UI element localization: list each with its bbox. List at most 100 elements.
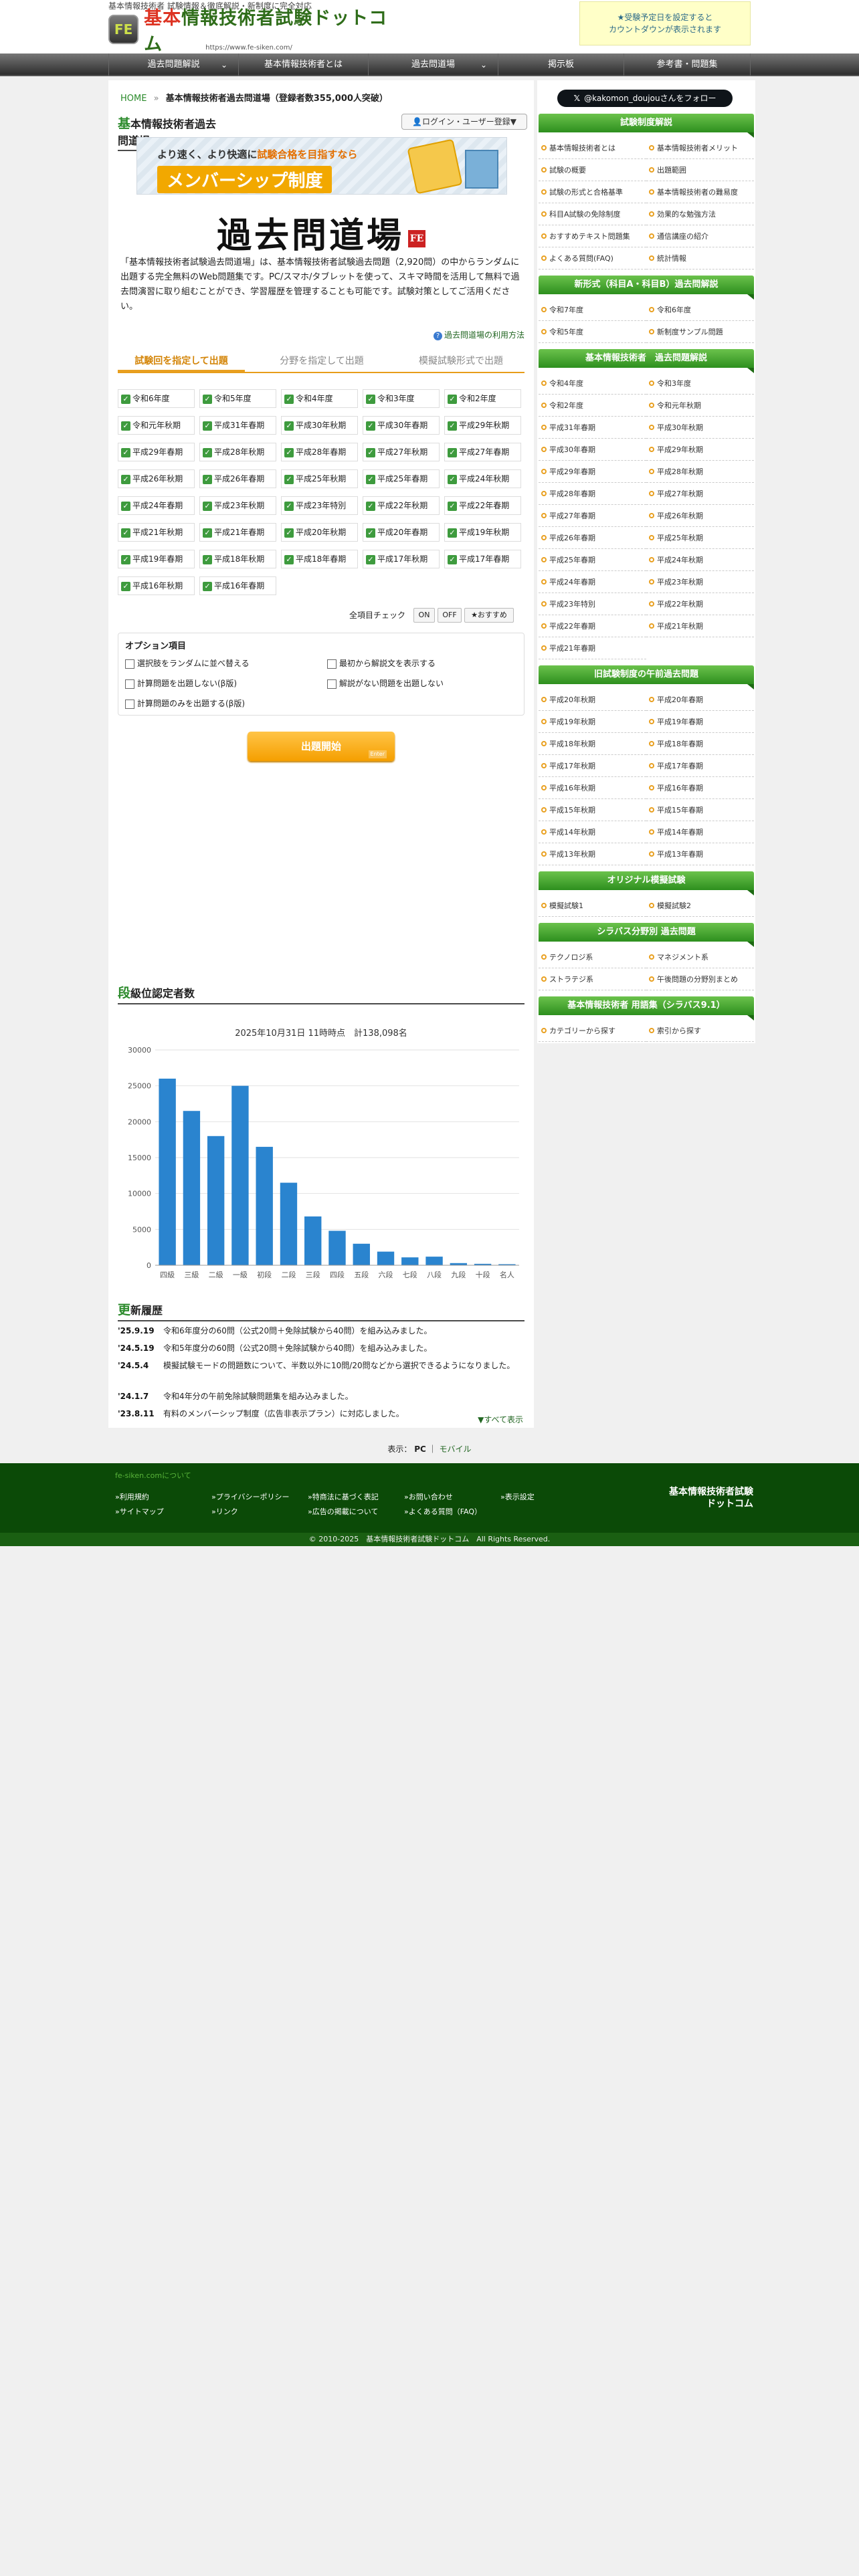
sidebar-item[interactable]: 模擬試験2 <box>646 895 754 917</box>
option-show-explanation[interactable]: 最初から解説文を表示する <box>327 657 436 669</box>
sidebar-item[interactable]: 出題範囲 <box>646 160 754 181</box>
sidebar-item[interactable]: 平成13年秋期 <box>539 844 646 865</box>
footer-link-ads[interactable]: »広告の掲載について <box>308 1506 378 1517</box>
sidebar-item[interactable]: 平成26年春期 <box>539 528 646 549</box>
sidebar-item[interactable]: マネジメント系 <box>646 947 754 968</box>
exam-checkbox[interactable]: ✓ 平成26年春期 <box>199 469 276 488</box>
sidebar-item[interactable]: 平成29年春期 <box>539 461 646 483</box>
exam-checkbox[interactable]: ✓ 令和5年度 <box>199 389 276 408</box>
footer-link-tokushoho[interactable]: »特商法に基づく表記 <box>308 1491 379 1502</box>
sidebar-item[interactable]: 令和5年度 <box>539 322 646 343</box>
sidebar-item[interactable]: 平成16年秋期 <box>539 778 646 799</box>
tab-by-exam[interactable]: 試験回を指定して出題 <box>118 350 245 372</box>
exam-checkbox[interactable]: ✓ 平成31年春期 <box>199 416 276 435</box>
footer-link-sitemap[interactable]: »サイトマップ <box>115 1506 164 1517</box>
sidebar-item[interactable]: 平成20年秋期 <box>539 689 646 711</box>
sidebar-item[interactable]: 平成15年秋期 <box>539 800 646 821</box>
exam-checkbox[interactable]: ✓ 平成18年秋期 <box>199 550 276 568</box>
sidebar-item[interactable]: おすすめテキスト問題集 <box>539 226 646 247</box>
footer-link-terms[interactable]: »利用規約 <box>115 1491 149 1502</box>
exam-checkbox[interactable]: ✓ 平成23年秋期 <box>199 496 276 515</box>
sidebar-item[interactable]: 平成18年秋期 <box>539 734 646 755</box>
sidebar-item[interactable]: 令和7年度 <box>539 300 646 321</box>
sidebar-item[interactable]: 平成17年春期 <box>646 756 754 777</box>
nav-kakomon-dojo[interactable]: 過去問道場 ⌄ <box>368 53 498 76</box>
follow-button[interactable]: 𝕏 @kakomon_doujouさんをフォロー <box>557 90 733 107</box>
exam-checkbox[interactable]: ✓ 平成27年秋期 <box>363 443 440 461</box>
display-pc[interactable]: PC <box>414 1444 426 1454</box>
sidebar-item[interactable]: 平成13年春期 <box>646 844 754 865</box>
sidebar-item[interactable]: 平成22年春期 <box>539 616 646 637</box>
exam-checkbox[interactable]: ✓ 平成21年春期 <box>199 523 276 542</box>
sidebar-item[interactable]: 午後問題の分野別まとめ <box>646 969 754 990</box>
footer-link-privacy[interactable]: »プライバシーポリシー <box>211 1491 290 1502</box>
sidebar-item[interactable]: 平成25年秋期 <box>646 528 754 549</box>
sidebar-item[interactable]: カテゴリーから探す <box>539 1021 646 1042</box>
sidebar-item[interactable]: 平成29年秋期 <box>646 439 754 461</box>
exam-checkbox[interactable]: ✓ 平成30年春期 <box>363 416 440 435</box>
option-shuffle-choices[interactable]: 選択肢をランダムに並べ替える <box>125 657 250 669</box>
sidebar-item[interactable]: よくある質問(FAQ) <box>539 248 646 270</box>
sidebar-item[interactable]: 通信講座の紹介 <box>646 226 754 247</box>
exam-checkbox[interactable]: ✓ 平成16年秋期 <box>118 576 195 595</box>
site-logo[interactable]: FE 基本情報技術者試験ドットコム <box>108 8 389 55</box>
breadcrumb-home[interactable]: HOME <box>120 94 147 104</box>
sidebar-item[interactable]: 平成28年春期 <box>539 484 646 505</box>
exam-checkbox[interactable]: ✓ 平成27年春期 <box>444 443 521 461</box>
sidebar-item[interactable]: 科目A試験の免除制度 <box>539 204 646 225</box>
sidebar-item[interactable]: 新制度サンプル問題 <box>646 322 754 343</box>
sidebar-item[interactable]: 平成21年秋期 <box>646 616 754 637</box>
recommend-button[interactable]: ★おすすめ <box>464 608 514 623</box>
sidebar-item[interactable]: 平成24年春期 <box>539 572 646 593</box>
sidebar-item[interactable]: 平成19年春期 <box>646 712 754 733</box>
sidebar-item[interactable]: 令和元年秋期 <box>646 395 754 417</box>
checkbox[interactable] <box>125 699 134 709</box>
sidebar-item[interactable]: 平成25年春期 <box>539 550 646 571</box>
sidebar-item[interactable]: 平成23年特別 <box>539 594 646 615</box>
sidebar-item[interactable]: 平成15年春期 <box>646 800 754 821</box>
exam-checkbox[interactable]: ✓ 平成28年春期 <box>281 443 358 461</box>
sidebar-item[interactable]: 平成19年秋期 <box>539 712 646 733</box>
show-all-link[interactable]: ▼すべて表示 <box>478 1414 523 1425</box>
sidebar-item[interactable]: 平成22年秋期 <box>646 594 754 615</box>
exam-checkbox[interactable]: ✓ 平成29年春期 <box>118 443 195 461</box>
tab-by-field[interactable]: 分野を指定して出題 <box>258 350 385 372</box>
display-mobile[interactable]: モバイル <box>440 1444 472 1454</box>
footer-logo[interactable]: 基本情報技術者試験 ドットコム <box>646 1486 753 1510</box>
sidebar-item[interactable]: 平成26年秋期 <box>646 506 754 527</box>
sidebar-item[interactable]: 平成27年春期 <box>539 506 646 527</box>
sidebar-item[interactable]: 試験の形式と合格基準 <box>539 182 646 203</box>
sidebar-item[interactable]: 平成24年秋期 <box>646 550 754 571</box>
sidebar-item[interactable]: 令和3年度 <box>646 373 754 395</box>
sidebar-item[interactable]: 平成17年秋期 <box>539 756 646 777</box>
nav-bbs[interactable]: 掲示板 <box>498 53 624 76</box>
exam-checkbox[interactable]: ✓ 平成25年春期 <box>363 469 440 488</box>
exam-checkbox[interactable]: ✓ 平成18年春期 <box>281 550 358 568</box>
sidebar-item[interactable]: 平成14年春期 <box>646 822 754 843</box>
exam-checkbox[interactable]: ✓ 平成23年特別 <box>281 496 358 515</box>
exam-checkbox[interactable]: ✓ 平成20年秋期 <box>281 523 358 542</box>
option-no-calculation[interactable]: 計算問題を出題しない(β版) <box>125 677 237 689</box>
exam-checkbox[interactable]: ✓ 令和3年度 <box>363 389 440 408</box>
exam-checkbox[interactable]: ✓ 平成21年秋期 <box>118 523 195 542</box>
exam-checkbox[interactable]: ✓ 令和2年度 <box>444 389 521 408</box>
footer-link-contact[interactable]: »お問い合わせ <box>404 1491 453 1502</box>
exam-checkbox[interactable]: ✓ 平成24年秋期 <box>444 469 521 488</box>
exam-checkbox[interactable]: ✓ 平成26年秋期 <box>118 469 195 488</box>
footer-link-display[interactable]: »表示設定 <box>500 1491 535 1502</box>
all-check-off-button[interactable]: OFF <box>438 608 462 623</box>
sidebar-item[interactable]: 令和6年度 <box>646 300 754 321</box>
sidebar-item[interactable]: 平成14年秋期 <box>539 822 646 843</box>
exam-checkbox[interactable]: ✓ 平成20年春期 <box>363 523 440 542</box>
tab-mock-exam[interactable]: 模擬試験形式で出題 <box>397 350 524 372</box>
checkbox[interactable] <box>327 659 337 669</box>
exam-checkbox[interactable]: ✓ 平成24年春期 <box>118 496 195 515</box>
exam-checkbox[interactable]: ✓ 平成19年春期 <box>118 550 195 568</box>
exam-checkbox[interactable]: ✓ 令和4年度 <box>281 389 358 408</box>
membership-banner[interactable]: より速く、より快適に試験合格を目指すなら メンバーシップ制度 <box>136 137 507 195</box>
nav-about-fe[interactable]: 基本情報技術者とは <box>238 53 368 76</box>
sidebar-item[interactable]: 平成23年秋期 <box>646 572 754 593</box>
sidebar-item[interactable]: 平成16年春期 <box>646 778 754 799</box>
exam-checkbox[interactable]: ✓ 平成22年春期 <box>444 496 521 515</box>
all-check-on-button[interactable]: ON <box>413 608 435 623</box>
